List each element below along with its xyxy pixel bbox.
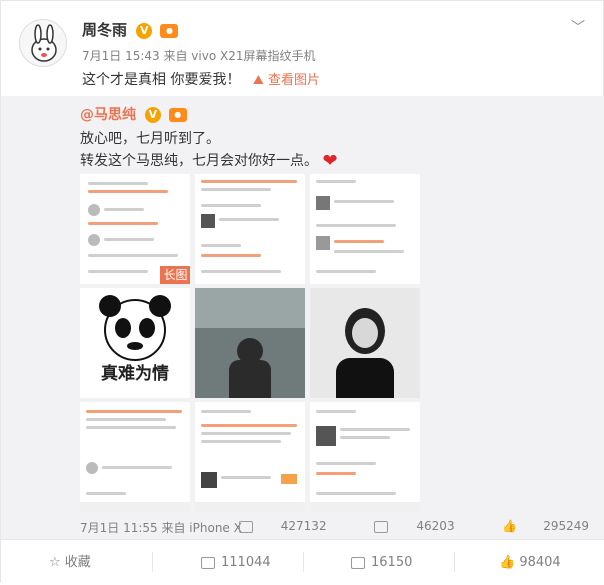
grid-image-photo-1[interactable] [195, 288, 305, 398]
forward-icon [201, 556, 215, 569]
image-icon: ⛰ [252, 73, 264, 88]
grid-image-2[interactable] [195, 174, 305, 284]
repost-text-line1: 放心吧，七月听到了。 [80, 131, 220, 147]
long-image-tag: 长图 [160, 266, 190, 284]
grid-image-photo-2[interactable] [310, 288, 420, 398]
vip-level-icon: ● [168, 108, 187, 122]
heart-icon: ❤ [322, 150, 338, 172]
verified-icon: V [136, 22, 153, 39]
repost-button[interactable]: 111044 [201, 540, 271, 585]
repost-author-row: @马思纯 V ● [80, 104, 187, 124]
post-text-row: 这个才是真相 你要爱我！ ⛰ 查看图片 [82, 69, 320, 89]
author-name-row: 周冬雨 V ● [82, 19, 179, 40]
avatar[interactable] [19, 19, 67, 67]
grid-image-9[interactable] [310, 402, 420, 512]
action-bar: ☆ 收藏 111044 16150 👍 98404 [1, 539, 604, 584]
grid-image-8[interactable] [195, 402, 305, 512]
comment-button[interactable]: 16150 [351, 540, 412, 585]
forward-icon [238, 520, 253, 533]
thumb-up-icon: 👍 [499, 555, 520, 570]
repost-comment-stat[interactable]: 46203 [352, 519, 455, 533]
repost-author[interactable]: @马思纯 [80, 107, 136, 123]
comment-icon [351, 556, 365, 569]
weibo-card: 周冬雨 V ● ﹀ 7月1日 15:43 来自 vivo X21屏幕指纹手机 这… [0, 0, 604, 584]
favorite-button[interactable]: ☆ 收藏 [49, 540, 91, 585]
star-icon: ☆ [49, 555, 65, 570]
chevron-down-icon[interactable]: ﹀ [571, 17, 585, 37]
verified-icon: V [144, 107, 161, 123]
grid-image-7[interactable] [80, 402, 190, 512]
grid-image-3[interactable] [310, 174, 420, 284]
comment-icon [374, 520, 389, 533]
post-text: 这个才是真相 你要爱我！ [82, 72, 241, 88]
repost-like-stat[interactable]: 👍 295249 [480, 519, 589, 533]
thumb-up-icon: 👍 [502, 519, 522, 533]
repost-stats: 427132 46203 👍 295249 [195, 519, 589, 533]
repost-text-line2: 转发这个马思纯，七月会对你好一点。 ❤ [80, 150, 338, 172]
vip-level-icon: ● [160, 23, 179, 38]
repost-block: @马思纯 V ● 放心吧，七月听到了。 转发这个马思纯，七月会对你好一点。 ❤ … [1, 96, 604, 539]
see-images-link[interactable]: ⛰ 查看图片 [253, 73, 320, 88]
like-button[interactable]: 👍 98404 [499, 540, 561, 585]
grid-image-panda[interactable]: 真难为情 [80, 288, 190, 398]
grid-image-1[interactable]: 长图 [80, 174, 190, 284]
post-meta: 7月1日 15:43 来自 vivo X21屏幕指纹手机 [82, 49, 316, 63]
image-grid: 长图 真难为情 [80, 174, 420, 512]
rabbit-avatar-icon [31, 24, 57, 62]
panda-caption: 真难为情 [101, 364, 169, 384]
repost-forward-stat[interactable]: 427132 [217, 519, 327, 533]
author-name[interactable]: 周冬雨 [82, 21, 127, 39]
